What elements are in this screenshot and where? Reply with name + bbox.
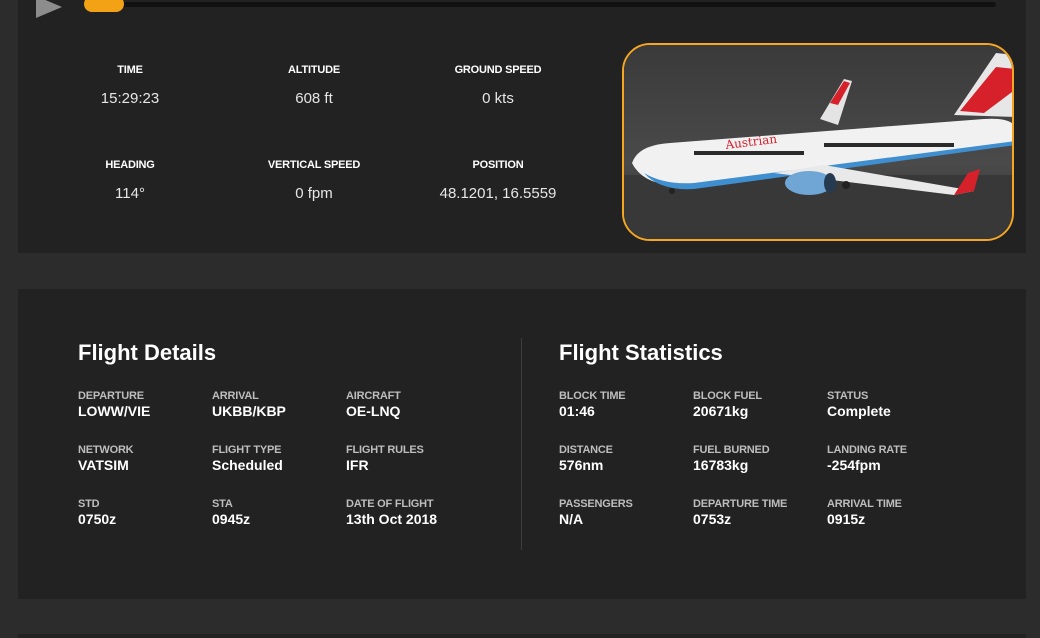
field-passengers: PASSENGERS N/A bbox=[559, 498, 633, 527]
field-label: FLIGHT RULES bbox=[346, 444, 424, 456]
field-value: LOWW/VIE bbox=[78, 403, 151, 419]
field-value: 0750z bbox=[78, 511, 117, 527]
replay-progress-bar[interactable] bbox=[84, 0, 996, 12]
field-label: ARRIVAL TIME bbox=[827, 498, 902, 510]
field-label: DATE OF FLIGHT bbox=[346, 498, 434, 510]
field-value: 0945z bbox=[212, 511, 251, 527]
stat-label: ALTITUDE bbox=[288, 64, 340, 76]
field-value: -254fpm bbox=[827, 457, 881, 473]
stat-value: 114° bbox=[115, 185, 145, 202]
flight-details-title: Flight Details bbox=[78, 340, 217, 365]
stat-ground-speed: GROUND SPEED 0 kts bbox=[398, 64, 598, 107]
field-label: FLIGHT TYPE bbox=[212, 444, 282, 456]
field-aircraft: AIRCRAFT OE-LNQ bbox=[346, 390, 401, 419]
progress-handle[interactable] bbox=[84, 0, 124, 12]
field-value: 01:46 bbox=[559, 403, 595, 419]
field-arrival-time: ARRIVAL TIME 0915z bbox=[827, 498, 902, 527]
field-flight-type: FLIGHT TYPE Scheduled bbox=[212, 444, 283, 473]
field-value: VATSIM bbox=[78, 457, 129, 473]
field-block-time: BLOCK TIME 01:46 bbox=[559, 390, 626, 419]
field-label: PASSENGERS bbox=[559, 498, 633, 510]
stat-label: VERTICAL SPEED bbox=[267, 159, 361, 171]
section-divider bbox=[521, 338, 522, 550]
stat-label: POSITION bbox=[472, 159, 524, 171]
field-date-of-flight: DATE OF FLIGHT 13th Oct 2018 bbox=[346, 498, 437, 527]
field-network: NETWORK VATSIM bbox=[78, 444, 134, 473]
field-label: FUEL BURNED bbox=[693, 444, 770, 456]
stat-value: 15:29:23 bbox=[100, 90, 160, 107]
field-label: STA bbox=[212, 498, 233, 510]
field-label: DISTANCE bbox=[559, 444, 613, 456]
field-fuel-burned: FUEL BURNED 16783kg bbox=[693, 444, 770, 473]
field-sta: STA 0945z bbox=[212, 498, 250, 527]
field-value: N/A bbox=[559, 511, 584, 527]
aircraft-illustration: Austrian bbox=[624, 45, 1012, 239]
field-status: STATUS Complete bbox=[827, 390, 891, 419]
field-distance: DISTANCE 576nm bbox=[559, 444, 613, 473]
stat-value: 48.1201, 16.5559 bbox=[439, 185, 557, 202]
stat-altitude: ALTITUDE 608 ft bbox=[214, 64, 414, 107]
field-label: DEPARTURE TIME bbox=[693, 498, 788, 510]
next-panel-edge bbox=[18, 634, 1026, 638]
play-icon[interactable] bbox=[36, 0, 62, 18]
field-label: NETWORK bbox=[78, 444, 134, 456]
field-flight-rules: FLIGHT RULES IFR bbox=[346, 444, 424, 473]
stat-label: GROUND SPEED bbox=[454, 64, 542, 76]
field-label: BLOCK TIME bbox=[559, 390, 626, 402]
field-label: LANDING RATE bbox=[827, 444, 907, 456]
stat-position: POSITION 48.1201, 16.5559 bbox=[398, 159, 598, 202]
aircraft-photo: Austrian bbox=[622, 43, 1014, 241]
field-value: UKBB/KBP bbox=[212, 403, 286, 419]
field-value: 13th Oct 2018 bbox=[346, 511, 438, 527]
stat-value: 608 ft bbox=[295, 90, 333, 107]
field-label: DEPARTURE bbox=[78, 390, 144, 402]
field-value: Complete bbox=[827, 403, 891, 419]
field-departure: DEPARTURE LOWW/VIE bbox=[78, 390, 150, 419]
field-arrival: ARRIVAL UKBB/KBP bbox=[212, 390, 286, 419]
field-label: STATUS bbox=[827, 390, 869, 402]
stat-vertical-speed: VERTICAL SPEED 0 fpm bbox=[214, 159, 414, 202]
stat-heading: HEADING 114° bbox=[30, 159, 230, 202]
field-label: AIRCRAFT bbox=[346, 390, 401, 402]
field-value: 16783kg bbox=[693, 457, 749, 473]
field-value: 0753z bbox=[693, 511, 732, 527]
field-departure-time: DEPARTURE TIME 0753z bbox=[693, 498, 787, 527]
field-label: BLOCK FUEL bbox=[693, 390, 762, 402]
field-value: 20671kg bbox=[693, 403, 749, 419]
stat-label: HEADING bbox=[105, 159, 155, 171]
field-value: Scheduled bbox=[212, 457, 283, 473]
stat-value: 0 kts bbox=[482, 90, 514, 107]
field-block-fuel: BLOCK FUEL 20671kg bbox=[693, 390, 762, 419]
stat-value: 0 fpm bbox=[295, 185, 333, 202]
field-std: STD 0750z bbox=[78, 498, 116, 527]
field-value: 0915z bbox=[827, 511, 866, 527]
field-value: 576nm bbox=[559, 457, 604, 473]
field-label: ARRIVAL bbox=[212, 390, 259, 402]
field-label: STD bbox=[78, 498, 100, 510]
field-landing-rate: LANDING RATE -254fpm bbox=[827, 444, 907, 473]
stat-time: TIME 15:29:23 bbox=[30, 64, 230, 107]
field-value: OE-LNQ bbox=[346, 403, 401, 419]
flight-statistics-title: Flight Statistics bbox=[559, 340, 723, 365]
field-value: IFR bbox=[346, 457, 369, 473]
stat-label: TIME bbox=[117, 64, 143, 76]
